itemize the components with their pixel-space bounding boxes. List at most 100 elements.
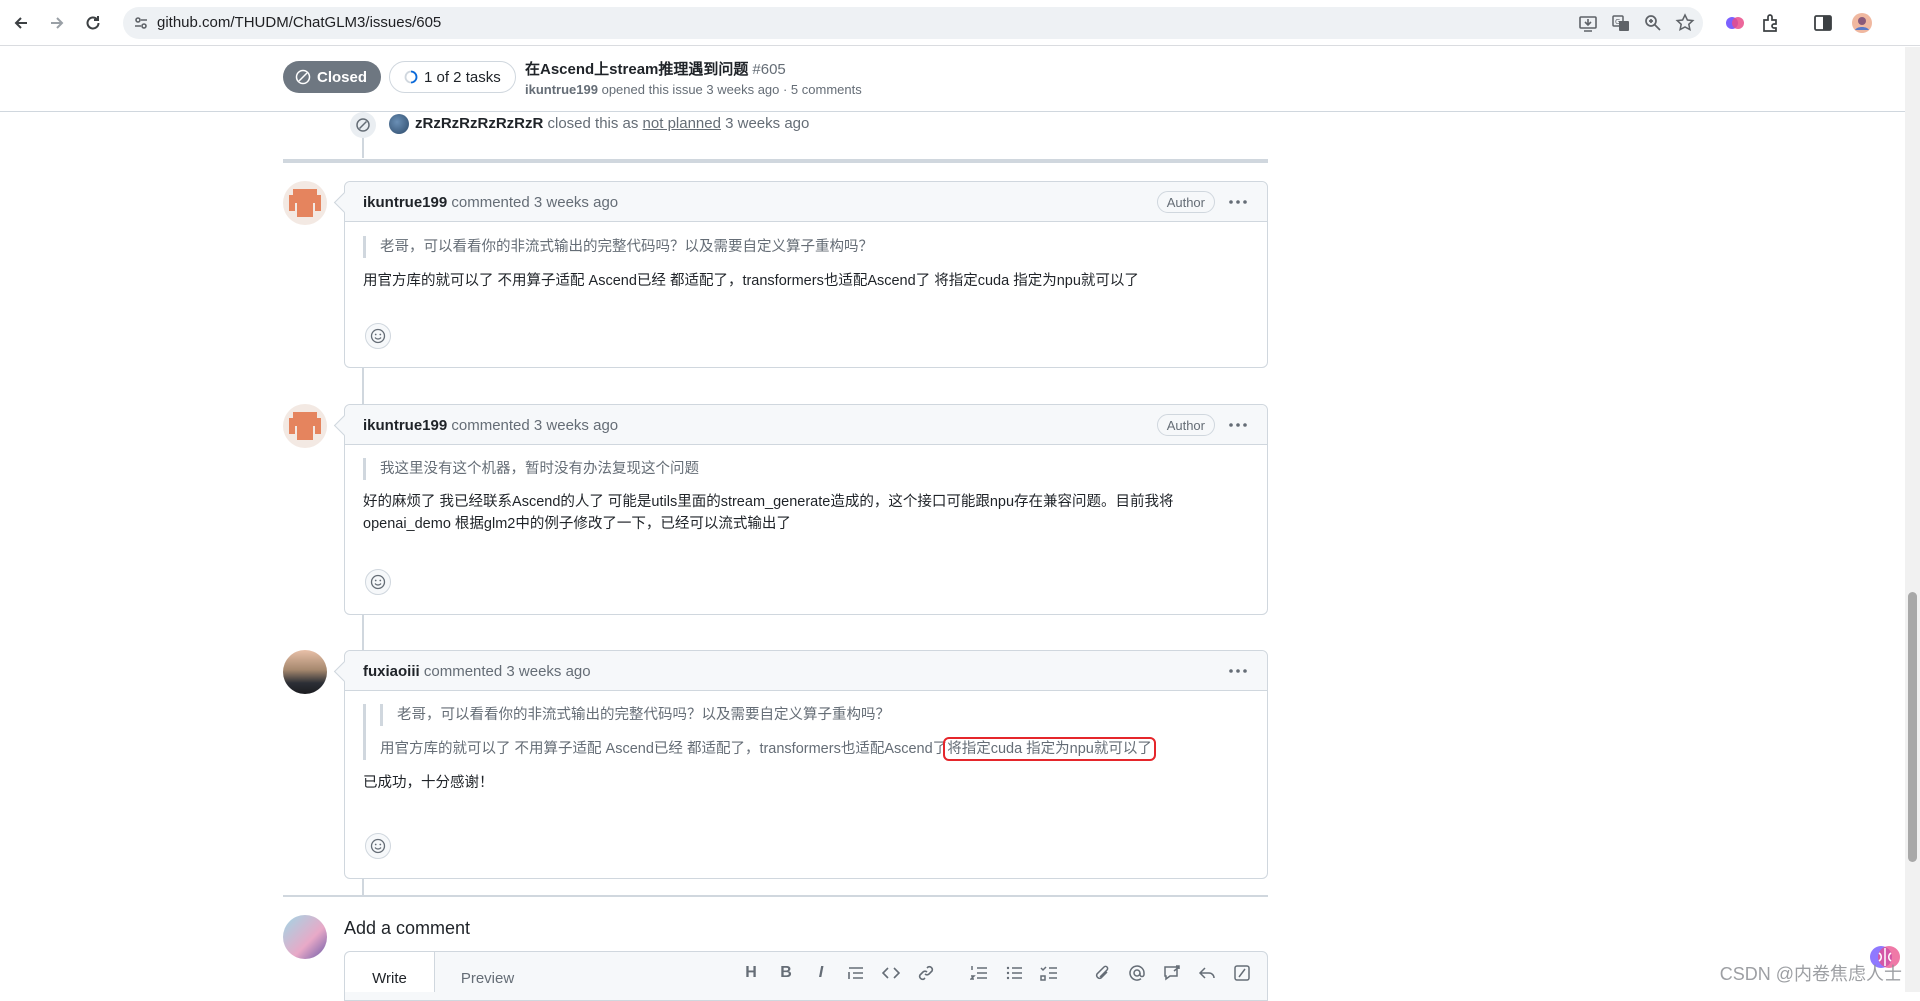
avatar[interactable] bbox=[283, 404, 327, 448]
bold-button[interactable]: B bbox=[776, 963, 796, 983]
actor-avatar[interactable] bbox=[389, 114, 409, 134]
timeline-divider bbox=[283, 895, 1268, 897]
slash-command-icon[interactable] bbox=[1232, 963, 1252, 983]
close-reason-link[interactable]: not planned bbox=[643, 115, 721, 132]
issue-title-text: 在Ascend上stream推理遇到问题 bbox=[525, 61, 748, 78]
tasks-progress-badge[interactable]: 1 of 2 tasks bbox=[389, 61, 516, 93]
quote-text: 用官方库的就可以了 不用算子适配 Ascend已经 都适配了，transform… bbox=[380, 738, 1249, 760]
attach-paperclip-icon[interactable] bbox=[1092, 963, 1112, 983]
comment-header: ikuntrue199 commented 3 weeks ago Author bbox=[345, 405, 1267, 445]
profile-avatar-icon[interactable] bbox=[1851, 12, 1873, 34]
closed-not-planned-icon bbox=[350, 112, 376, 138]
event-text: closed this as bbox=[543, 115, 642, 132]
tab-preview[interactable]: Preview bbox=[435, 952, 540, 992]
comment-text-line: 好的麻烦了 我已经联系Ascend的人了 可能是utils里面的stream_g… bbox=[363, 491, 1249, 513]
forward-icon[interactable] bbox=[44, 10, 70, 36]
comment-header: ikuntrue199 commented 3 weeks ago Author bbox=[345, 182, 1267, 222]
url-text[interactable]: github.com/THUDM/ChatGLM3/issues/605 bbox=[157, 14, 441, 31]
issue-sticky-header: Closed 1 of 2 tasks 在Ascend上stream推理遇到问题… bbox=[0, 47, 1905, 112]
extensions-puzzle-icon[interactable] bbox=[1760, 12, 1782, 34]
closed-event: zRzRzRzRzRzRzR closed this as not planne… bbox=[350, 112, 1250, 136]
extension-brain-icon[interactable] bbox=[1724, 12, 1746, 34]
author-link[interactable]: ikuntrue199 bbox=[363, 194, 447, 211]
bookmark-star-icon[interactable] bbox=[1675, 13, 1695, 33]
comment-header: fuxiaoiii commented 3 weeks ago bbox=[345, 651, 1267, 691]
issue-number: #605 bbox=[752, 61, 785, 78]
link-icon[interactable] bbox=[916, 963, 936, 983]
ordered-list-icon[interactable] bbox=[969, 963, 989, 983]
timeline-line bbox=[362, 878, 364, 895]
blockquote: 我这里没有这个机器，暂时没有办法复现这个问题 bbox=[363, 458, 1249, 480]
add-reaction-smiley-icon[interactable] bbox=[365, 569, 391, 595]
issue-author-link[interactable]: ikuntrue199 bbox=[525, 82, 598, 97]
issue-meta-text: opened this issue 3 weeks ago · 5 commen… bbox=[598, 82, 862, 97]
progress-ring-icon bbox=[404, 70, 418, 84]
event-actor-link[interactable]: zRzRzRzRzRzRzR bbox=[415, 115, 543, 132]
mention-icon[interactable] bbox=[1127, 963, 1147, 983]
timeline-line bbox=[362, 614, 364, 650]
issue-meta: ikuntrue199 opened this issue 3 weeks ag… bbox=[525, 82, 862, 97]
comment-text: 用官方库的就可以了 不用算子适配 Ascend已经 都适配了，transform… bbox=[363, 270, 1249, 292]
closed-not-planned-icon bbox=[295, 69, 311, 85]
author-link[interactable]: ikuntrue199 bbox=[363, 417, 447, 434]
add-reaction-smiley-icon[interactable] bbox=[365, 323, 391, 349]
site-info-icon[interactable] bbox=[131, 13, 151, 33]
author-badge: Author bbox=[1157, 191, 1215, 213]
heading-button[interactable]: H bbox=[741, 963, 761, 983]
quote-icon[interactable] bbox=[846, 963, 866, 983]
install-app-icon[interactable] bbox=[1578, 13, 1598, 33]
comment-body: 老哥，可以看看你的非流式输出的完整代码吗？以及需要自定义算子重构吗？ 用官方库的… bbox=[345, 704, 1267, 794]
italic-button[interactable]: I bbox=[811, 963, 831, 983]
avatar[interactable] bbox=[283, 181, 327, 225]
translate-icon[interactable]: G bbox=[1611, 13, 1631, 33]
blockquote: 老哥，可以看看你的非流式输出的完整代码吗？以及需要自定义算子重构吗？ 用官方库的… bbox=[363, 704, 1249, 760]
address-bar[interactable]: github.com/THUDM/ChatGLM3/issues/605 G bbox=[123, 7, 1703, 39]
task-list-icon[interactable] bbox=[1039, 963, 1059, 983]
add-reaction-smiley-icon[interactable] bbox=[365, 833, 391, 859]
reload-icon[interactable] bbox=[80, 10, 106, 36]
comment-editor: Write Preview H B I bbox=[344, 951, 1268, 1001]
tasks-progress-label: 1 of 2 tasks bbox=[424, 69, 501, 86]
comment-card: fuxiaoiii commented 3 weeks ago 老哥，可以看看你… bbox=[344, 650, 1268, 879]
avatar[interactable] bbox=[283, 650, 327, 694]
comment-timestamp[interactable]: commented 3 weeks ago bbox=[447, 417, 618, 434]
kebab-menu-icon[interactable] bbox=[1227, 415, 1249, 435]
scrollbar-thumb[interactable] bbox=[1908, 592, 1917, 862]
timeline-divider bbox=[283, 159, 1268, 163]
zoom-icon[interactable] bbox=[1643, 13, 1663, 33]
page-scrollbar[interactable] bbox=[1905, 47, 1920, 992]
comment-card: ikuntrue199 commented 3 weeks ago Author… bbox=[344, 404, 1268, 615]
comment-author: fuxiaoiii commented 3 weeks ago bbox=[363, 663, 591, 680]
back-icon[interactable] bbox=[8, 10, 34, 36]
kebab-menu-icon[interactable] bbox=[1227, 661, 1249, 681]
add-comment-heading: Add a comment bbox=[344, 918, 470, 939]
comment-body: 我这里没有这个机器，暂时没有办法复现这个问题 好的麻烦了 我已经联系Ascend… bbox=[345, 458, 1267, 535]
issue-state-badge: Closed bbox=[283, 61, 381, 93]
comment-text-line: openai_demo 根据glm2中的例子修改了一下，已经可以流式输出了 bbox=[363, 513, 1249, 535]
current-user-avatar[interactable] bbox=[283, 915, 327, 959]
closed-event-text: zRzRzRzRzRzRzR closed this as not planne… bbox=[415, 115, 809, 132]
blockquote: 老哥，可以看看你的非流式输出的完整代码吗？以及需要自定义算子重构吗？ bbox=[363, 236, 1249, 258]
author-badge: Author bbox=[1157, 414, 1215, 436]
nested-blockquote: 老哥，可以看看你的非流式输出的完整代码吗？以及需要自定义算子重构吗？ bbox=[380, 704, 1249, 726]
side-panel-icon[interactable] bbox=[1812, 12, 1834, 34]
reply-icon[interactable] bbox=[1197, 963, 1217, 983]
reference-icon[interactable] bbox=[1162, 963, 1182, 983]
highlighted-text: 将指定cuda 指定为npu就可以了 bbox=[947, 741, 1152, 757]
event-time[interactable]: 3 weeks ago bbox=[721, 115, 809, 132]
unordered-list-icon[interactable] bbox=[1004, 963, 1024, 983]
timeline-line bbox=[362, 367, 364, 405]
kebab-menu-icon[interactable] bbox=[1227, 192, 1249, 212]
quote-text-part: 用官方库的就可以了 不用算子适配 Ascend已经 都适配了，transform… bbox=[380, 741, 947, 757]
comment-text: 已成功，十分感谢！ bbox=[363, 772, 1249, 794]
svg-text:G: G bbox=[1615, 18, 1620, 26]
author-link[interactable]: fuxiaoiii bbox=[363, 663, 420, 680]
issue-state-label: Closed bbox=[317, 69, 367, 86]
issue-title: 在Ascend上stream推理遇到问题#605 bbox=[525, 58, 786, 79]
code-icon[interactable] bbox=[881, 963, 901, 983]
comment-author: ikuntrue199 commented 3 weeks ago bbox=[363, 417, 618, 434]
tab-write[interactable]: Write bbox=[345, 952, 435, 992]
comment-body: 老哥，可以看看你的非流式输出的完整代码吗？以及需要自定义算子重构吗？ 用官方库的… bbox=[345, 236, 1267, 292]
comment-timestamp[interactable]: commented 3 weeks ago bbox=[447, 194, 618, 211]
comment-timestamp[interactable]: commented 3 weeks ago bbox=[420, 663, 591, 680]
